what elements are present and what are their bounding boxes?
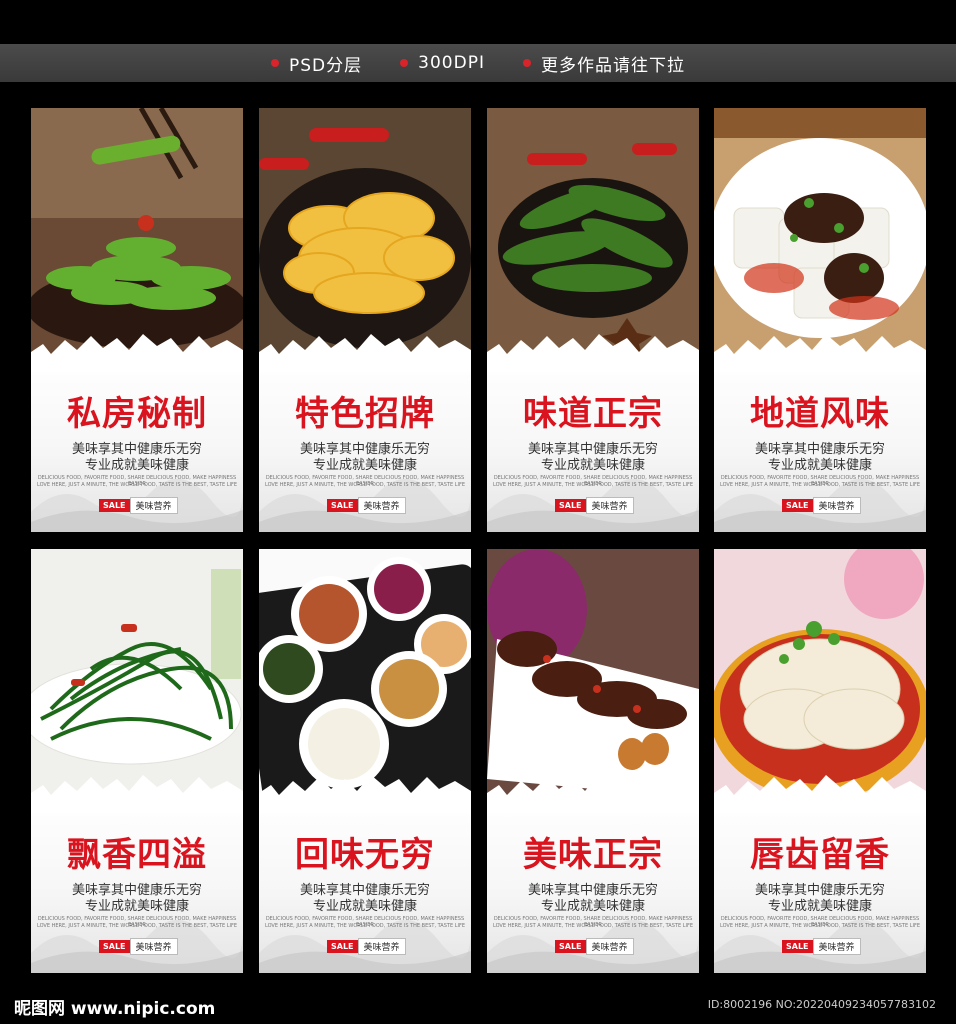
- sale-badge: SALE 美味营养: [555, 497, 634, 514]
- red-dot-icon: [400, 59, 409, 67]
- poster-text-area: 地道风味 美味享其中健康乐无穷 专业成就美味健康 DELICIOUS FOOD,…: [714, 358, 926, 532]
- image-id-text: ID:8002196 NO:20220409234057783102: [707, 998, 936, 1011]
- jelly-tofu-dish-photo: [714, 108, 926, 358]
- dish-poster-card: 特色招牌 美味享其中健康乐无穷 专业成就美味健康 DELICIOUS FOOD,…: [259, 108, 471, 532]
- brush-stroke-divider: [487, 775, 699, 813]
- sale-label: SALE: [99, 940, 130, 953]
- poster-text-area: 唇齿留香 美味享其中健康乐无穷 专业成就美味健康 DELICIOUS FOOD,…: [714, 799, 926, 973]
- slogan-line-2: 专业成就美味健康: [312, 458, 417, 473]
- slogan-line-2: 专业成就美味健康: [767, 458, 872, 473]
- poster-text-area: 特色招牌 美味享其中健康乐无穷 专业成就美味健康 DELICIOUS FOOD,…: [259, 358, 471, 532]
- poster-title: 回味无穷: [295, 835, 435, 875]
- dish-poster-card: 回味无穷 美味享其中健康乐无穷 专业成就美味健康 DELICIOUS FOOD,…: [259, 549, 471, 973]
- poster-title: 味道正宗: [523, 394, 663, 434]
- header-tag: PSD分层: [271, 51, 362, 76]
- english-tagline-2: LOVE HERE, JUST A MINUTE, THE WORLD FOOD…: [264, 923, 466, 929]
- english-tagline-2: LOVE HERE, JUST A MINUTE, THE WORLD FOOD…: [719, 923, 921, 929]
- pickled-radish-dish-photo: [259, 108, 471, 358]
- poster-title: 飘香四溢: [67, 835, 207, 875]
- sale-badge: SALE 美味营养: [555, 938, 634, 955]
- english-tagline-2: LOVE HERE, JUST A MINUTE, THE WORLD FOOD…: [36, 923, 238, 929]
- slogan-line-2: 专业成就美味健康: [540, 458, 645, 473]
- sale-badge: SALE 美味营养: [327, 497, 406, 514]
- nutrition-label: 美味营养: [585, 497, 634, 514]
- nutrition-label: 美味营养: [812, 497, 861, 514]
- slogan-line-2: 专业成就美味健康: [312, 899, 417, 914]
- red-dot-icon: [522, 59, 531, 67]
- poster-title: 地道风味: [750, 394, 890, 434]
- header-tag: 300DPI: [400, 53, 485, 73]
- side-dishes-platter-photo: [259, 549, 471, 799]
- nutrition-label: 美味营养: [585, 938, 634, 955]
- header-tag-label: 300DPI: [418, 53, 485, 73]
- slogan-line-2: 专业成就美味健康: [84, 899, 189, 914]
- wild-greens-dish-photo: [31, 549, 243, 799]
- brush-stroke-divider: [31, 775, 243, 813]
- english-tagline-2: LOVE HERE, JUST A MINUTE, THE WORLD FOOD…: [719, 482, 921, 488]
- sale-label: SALE: [555, 940, 586, 953]
- poster-text-area: 私房秘制 美味享其中健康乐无穷 专业成就美味健康 DELICIOUS FOOD,…: [31, 358, 243, 532]
- red-dot-icon: [271, 59, 280, 67]
- nutrition-label: 美味营养: [129, 938, 178, 955]
- site-logo: 昵图网 www.nipic.com: [14, 999, 216, 1019]
- sale-badge: SALE 美味营养: [327, 938, 406, 955]
- sale-label: SALE: [99, 499, 130, 512]
- slogan-line-2: 专业成就美味健康: [540, 899, 645, 914]
- poster-text-area: 美味正宗 美味享其中健康乐无穷 专业成就美味健康 DELICIOUS FOOD,…: [487, 799, 699, 973]
- brush-stroke-divider: [714, 775, 926, 813]
- sale-badge: SALE 美味营养: [782, 497, 861, 514]
- poster-title: 美味正宗: [523, 835, 663, 875]
- sale-label: SALE: [782, 499, 813, 512]
- braised-duck-dish-photo: [487, 549, 699, 799]
- dish-poster-card: 味道正宗 美味享其中健康乐无穷 专业成就美味健康 DELICIOUS FOOD,…: [487, 108, 699, 532]
- nutrition-label: 美味营养: [357, 497, 406, 514]
- header-tag-label: PSD分层: [289, 55, 363, 76]
- jellyfish-salad-dish-photo: [714, 549, 926, 799]
- green-pepper-dish-photo: [31, 108, 243, 358]
- header-bar: PSD分层 300DPI 更多作品请往下拉: [0, 44, 956, 82]
- english-tagline-2: LOVE HERE, JUST A MINUTE, THE WORLD FOOD…: [36, 482, 238, 488]
- sale-label: SALE: [555, 499, 586, 512]
- sale-label: SALE: [327, 499, 358, 512]
- nutrition-label: 美味营养: [812, 938, 861, 955]
- slogan-line-2: 专业成就美味健康: [767, 899, 872, 914]
- brush-stroke-divider: [31, 334, 243, 372]
- brush-stroke-divider: [259, 775, 471, 813]
- english-tagline-2: LOVE HERE, JUST A MINUTE, THE WORLD FOOD…: [492, 923, 694, 929]
- dish-poster-card: 私房秘制 美味享其中健康乐无穷 专业成就美味健康 DELICIOUS FOOD,…: [31, 108, 243, 532]
- nutrition-label: 美味营养: [129, 497, 178, 514]
- brush-stroke-divider: [259, 334, 471, 372]
- sale-badge: SALE 美味营养: [782, 938, 861, 955]
- poster-title: 特色招牌: [295, 394, 435, 434]
- poster-text-area: 飘香四溢 美味享其中健康乐无穷 专业成就美味健康 DELICIOUS FOOD,…: [31, 799, 243, 973]
- poster-text-area: 味道正宗 美味享其中健康乐无穷 专业成就美味健康 DELICIOUS FOOD,…: [487, 358, 699, 532]
- slogan-line-2: 专业成就美味健康: [84, 458, 189, 473]
- poster-title: 私房秘制: [67, 394, 207, 434]
- sale-label: SALE: [782, 940, 813, 953]
- english-tagline-2: LOVE HERE, JUST A MINUTE, THE WORLD FOOD…: [264, 482, 466, 488]
- header-tag: 更多作品请往下拉: [522, 51, 685, 76]
- header-tag-label: 更多作品请往下拉: [540, 55, 685, 76]
- poster-text-area: 回味无穷 美味享其中健康乐无穷 专业成就美味健康 DELICIOUS FOOD,…: [259, 799, 471, 973]
- brush-stroke-divider: [714, 334, 926, 372]
- sale-label: SALE: [327, 940, 358, 953]
- dish-poster-card: 飘香四溢 美味享其中健康乐无穷 专业成就美味健康 DELICIOUS FOOD,…: [31, 549, 243, 973]
- dish-poster-card: 唇齿留香 美味享其中健康乐无穷 专业成就美味健康 DELICIOUS FOOD,…: [714, 549, 926, 973]
- english-tagline-2: LOVE HERE, JUST A MINUTE, THE WORLD FOOD…: [492, 482, 694, 488]
- pickled-pepper-dish-photo: [487, 108, 699, 358]
- nutrition-label: 美味营养: [357, 938, 406, 955]
- sale-badge: SALE 美味营养: [99, 938, 178, 955]
- poster-title: 唇齿留香: [750, 835, 890, 875]
- dish-poster-card: 地道风味 美味享其中健康乐无穷 专业成就美味健康 DELICIOUS FOOD,…: [714, 108, 926, 532]
- sale-badge: SALE 美味营养: [99, 497, 178, 514]
- dish-poster-card: 美味正宗 美味享其中健康乐无穷 专业成就美味健康 DELICIOUS FOOD,…: [487, 549, 699, 973]
- brush-stroke-divider: [487, 334, 699, 372]
